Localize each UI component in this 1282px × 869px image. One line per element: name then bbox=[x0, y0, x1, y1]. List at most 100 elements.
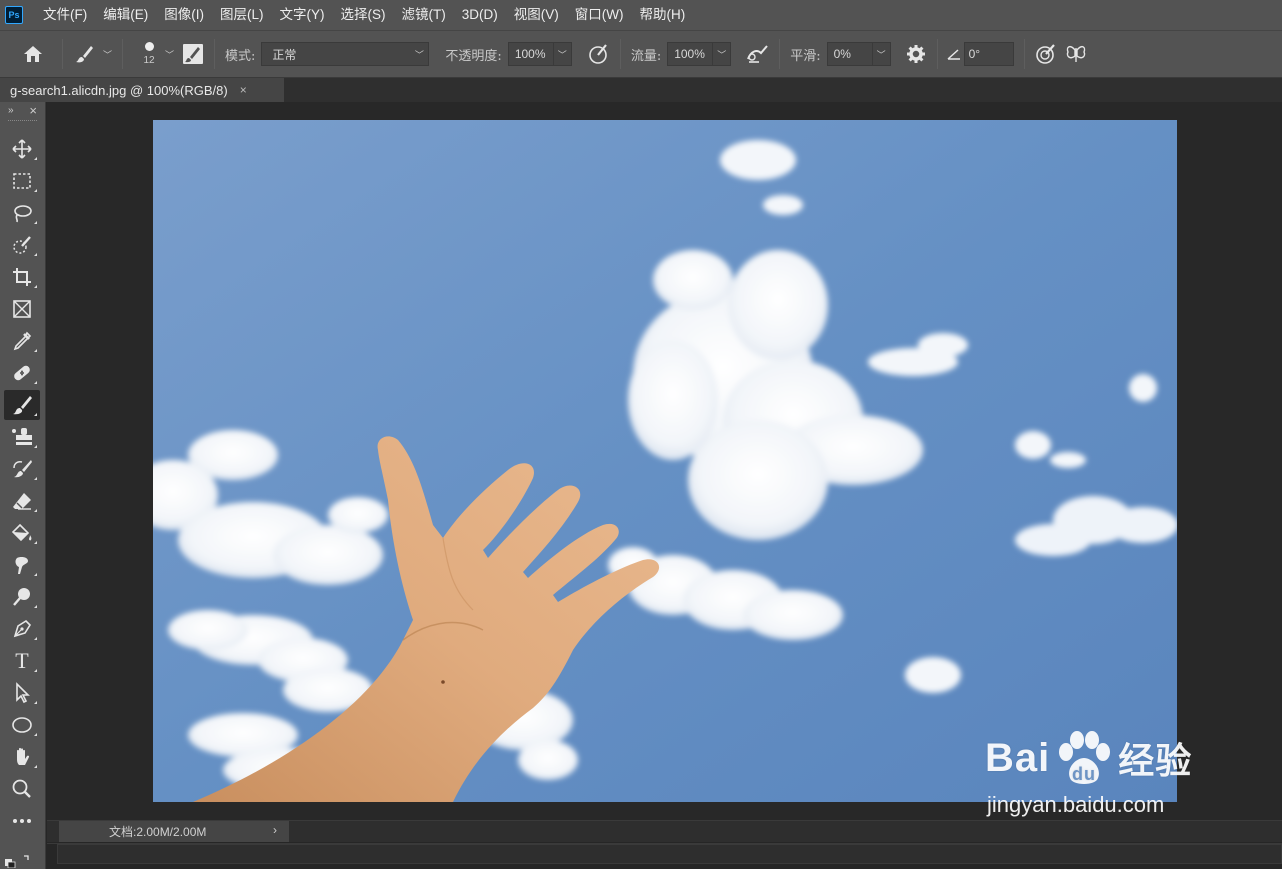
angle-value: 0° bbox=[968, 47, 981, 61]
menu-bar: Ps 文件(F) 编辑(E) 图像(I) 图层(L) 文字(Y) 选择(S) 滤… bbox=[0, 0, 1282, 30]
baidu-jingyan-watermark: Bai du 经验 jingyan.baidu.com bbox=[985, 730, 1192, 818]
frame-icon bbox=[13, 300, 31, 318]
hand-tool[interactable] bbox=[4, 742, 40, 772]
flow-dropdown[interactable]: 100% ﹀ bbox=[667, 42, 732, 66]
close-icon[interactable]: × bbox=[29, 103, 37, 118]
menu-filter[interactable]: 滤镜(T) bbox=[394, 0, 454, 30]
default-colors-icon[interactable] bbox=[4, 854, 34, 869]
brush-preset-chevron-down-icon[interactable]: ﹀ bbox=[103, 48, 112, 61]
menu-3d[interactable]: 3D(D) bbox=[454, 0, 506, 30]
watermark-brand-left: Bai bbox=[985, 735, 1051, 780]
eyedropper-tool[interactable] bbox=[4, 326, 40, 356]
brush-settings-panel-icon[interactable] bbox=[178, 39, 208, 69]
stamp-icon bbox=[12, 428, 32, 445]
pressure-size-icon[interactable] bbox=[1031, 39, 1061, 69]
type-tool[interactable]: T bbox=[4, 646, 40, 676]
smoothing-label: 平滑: bbox=[790, 48, 821, 64]
lasso-icon bbox=[14, 205, 32, 223]
eyedropper-icon bbox=[13, 331, 32, 351]
flow-label: 流量: bbox=[630, 48, 662, 64]
smudge-tool[interactable] bbox=[4, 550, 40, 580]
marquee-tool[interactable] bbox=[4, 166, 40, 196]
timeline-placeholder bbox=[57, 844, 1282, 864]
history-brush-icon bbox=[13, 460, 32, 478]
type-icon: T bbox=[15, 648, 29, 673]
symmetry-butterfly-icon[interactable] bbox=[1061, 39, 1091, 69]
history-brush-tool[interactable] bbox=[4, 454, 40, 484]
bottom-strip bbox=[47, 843, 1282, 869]
dodge-icon bbox=[13, 588, 30, 606]
document-tab-title: g-search1.alicdn.jpg @ 100%(RGB/8) bbox=[10, 82, 228, 98]
quick-select-tool[interactable] bbox=[4, 230, 40, 260]
eraser-icon bbox=[13, 493, 31, 510]
mode-label: 模式: bbox=[225, 48, 256, 64]
frame-tool[interactable] bbox=[4, 294, 40, 324]
close-icon[interactable]: × bbox=[240, 83, 247, 97]
ellipse-icon bbox=[12, 717, 32, 733]
sky-hand-photo bbox=[153, 120, 1177, 802]
lasso-tool[interactable] bbox=[4, 198, 40, 228]
menu-select[interactable]: 选择(S) bbox=[333, 0, 394, 30]
gear-icon[interactable] bbox=[901, 39, 931, 69]
healing-tool[interactable] bbox=[4, 358, 40, 388]
stamp-tool[interactable] bbox=[4, 422, 40, 452]
crop-tool[interactable] bbox=[4, 262, 40, 292]
mode-value: 正常 bbox=[272, 47, 297, 62]
mode-dropdown[interactable]: 正常 ﹀ bbox=[261, 42, 430, 66]
ellipse-tool[interactable] bbox=[4, 710, 40, 740]
separator bbox=[619, 39, 621, 69]
arrow-icon bbox=[16, 682, 30, 704]
chevron-down-icon: ﹀ bbox=[871, 43, 890, 65]
path-select-tool[interactable] bbox=[4, 678, 40, 708]
separator bbox=[936, 39, 938, 69]
eraser-tool[interactable] bbox=[4, 486, 40, 516]
separator bbox=[214, 39, 216, 69]
hand-icon bbox=[17, 747, 30, 765]
chevron-down-icon: ﹀ bbox=[552, 43, 571, 65]
menu-view[interactable]: 视图(V) bbox=[506, 0, 567, 30]
move-tool[interactable] bbox=[4, 134, 40, 164]
quick-select-icon bbox=[13, 236, 31, 254]
watermark-brand-right: 经验 bbox=[1118, 741, 1193, 782]
zoom-tool[interactable] bbox=[4, 774, 40, 804]
home-icon[interactable] bbox=[18, 39, 48, 69]
brush-size-picker[interactable]: 12 bbox=[137, 42, 161, 66]
angle-input[interactable]: 0° bbox=[963, 42, 1014, 66]
collapse-icon[interactable]: » bbox=[8, 105, 14, 116]
canvas-image[interactable] bbox=[153, 120, 1177, 802]
opacity-dropdown[interactable]: 100% ﹀ bbox=[507, 42, 572, 66]
menu-file[interactable]: 文件(F) bbox=[35, 0, 95, 30]
smoothing-value: 0% bbox=[833, 47, 851, 61]
angle-icon bbox=[944, 39, 964, 69]
brush-icon bbox=[13, 396, 32, 415]
brush-size-chevron-down-icon[interactable]: ﹀ bbox=[165, 48, 174, 61]
menu-window[interactable]: 窗口(W) bbox=[567, 0, 632, 30]
menu-edit[interactable]: 编辑(E) bbox=[95, 0, 156, 30]
document-tab-bar: g-search1.alicdn.jpg @ 100%(RGB/8) × bbox=[0, 78, 1282, 102]
menu-layer[interactable]: 图层(L) bbox=[212, 0, 272, 30]
paint-bucket-tool[interactable] bbox=[4, 518, 40, 548]
opacity-label: 不透明度: bbox=[445, 48, 502, 64]
brush-dot-icon bbox=[144, 42, 154, 51]
tools-panel-header: » × bbox=[0, 102, 45, 118]
pressure-opacity-icon[interactable] bbox=[584, 39, 614, 69]
rect-marquee-icon bbox=[13, 173, 31, 189]
brush-tool[interactable] bbox=[4, 390, 40, 420]
brush-preset-icon[interactable] bbox=[69, 39, 99, 69]
menu-help[interactable]: 帮助(H) bbox=[631, 0, 693, 30]
smoothing-dropdown[interactable]: 0% ﹀ bbox=[826, 42, 891, 66]
document-tab[interactable]: g-search1.alicdn.jpg @ 100%(RGB/8) × bbox=[0, 78, 284, 102]
airbrush-icon[interactable] bbox=[743, 39, 773, 69]
more-tools[interactable] bbox=[4, 806, 40, 836]
menu-type[interactable]: 文字(Y) bbox=[272, 0, 333, 30]
document-workspace[interactable] bbox=[47, 102, 1282, 820]
doc-info-field[interactable]: 文档:2.00M/2.00M bbox=[59, 821, 289, 842]
pen-tool[interactable] bbox=[4, 614, 40, 644]
chevron-right-icon[interactable]: › bbox=[273, 823, 277, 837]
panel-grip[interactable] bbox=[8, 120, 37, 128]
chevron-down-icon: ﹀ bbox=[414, 50, 424, 61]
dodge-tool[interactable] bbox=[4, 582, 40, 612]
menu-image[interactable]: 图像(I) bbox=[156, 0, 212, 30]
status-bar: 文档:2.00M/2.00M › bbox=[47, 820, 1282, 842]
move-icon bbox=[12, 139, 32, 159]
